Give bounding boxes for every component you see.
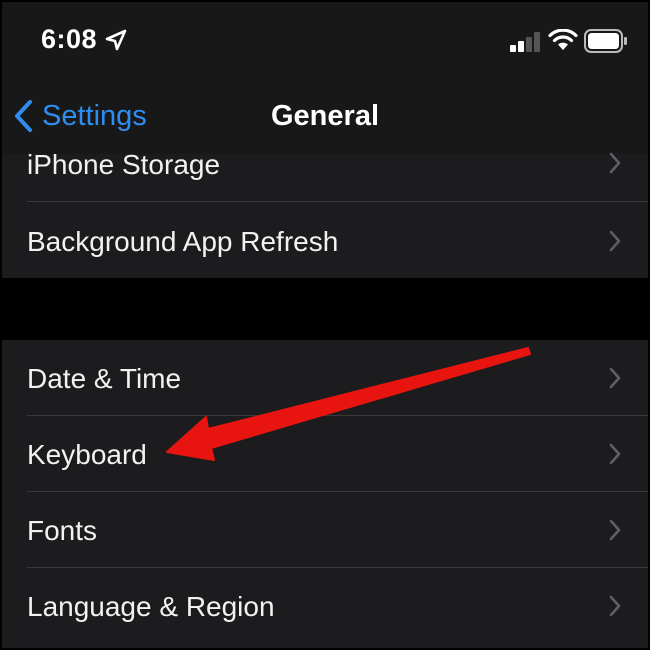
list-item-label: Language & Region [27, 591, 275, 622]
list-item-keyboard[interactable]: Keyboard [2, 416, 648, 492]
settings-group: Date & Time Keyboard Fonts Language & Re… [2, 340, 648, 648]
chevron-right-icon [609, 595, 621, 617]
battery-icon [584, 29, 627, 53]
section-gap [2, 278, 648, 340]
settings-group: iPhone Storage Background App Refresh [2, 149, 648, 278]
chevron-right-icon [609, 519, 621, 541]
status-bar: 6:08 [2, 2, 648, 82]
list-item-label: Background App Refresh [27, 226, 339, 257]
list-item-label: iPhone Storage [27, 149, 221, 180]
cellular-signal-icon [510, 32, 540, 52]
list-item-label: Keyboard [27, 439, 147, 470]
screen: 6:08 Settings General iPhone Storage Bac… [2, 2, 648, 648]
location-arrow-icon [105, 29, 127, 51]
list-item-date-time[interactable]: Date & Time [2, 340, 648, 416]
list-item-label: Date & Time [27, 363, 182, 394]
chevron-right-icon [609, 443, 621, 465]
list-item-iphone-storage[interactable]: iPhone Storage [2, 126, 648, 202]
list-item-label: Fonts [27, 515, 98, 546]
chevron-right-icon [609, 152, 621, 174]
list-item-background-app-refresh[interactable]: Background App Refresh [2, 202, 648, 278]
list-item-fonts[interactable]: Fonts [2, 492, 648, 568]
wifi-icon [548, 29, 578, 50]
list-item-language-region[interactable]: Language & Region [2, 568, 648, 644]
chevron-right-icon [609, 367, 621, 389]
chevron-right-icon [609, 230, 621, 252]
status-time: 6:08 [41, 24, 98, 54]
